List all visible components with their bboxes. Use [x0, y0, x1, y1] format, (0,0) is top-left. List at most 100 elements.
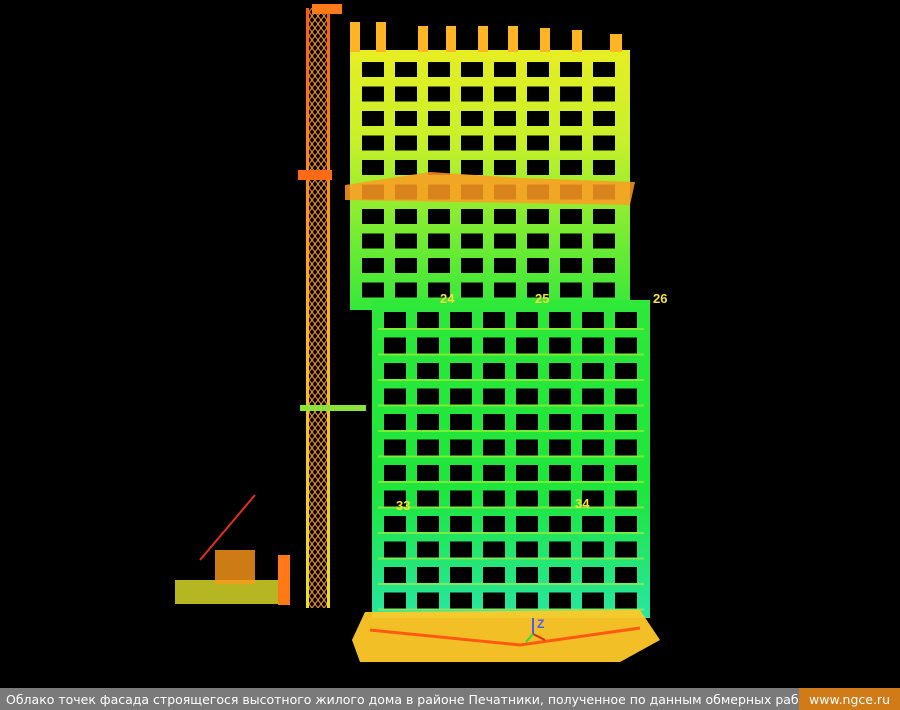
window [516, 567, 538, 583]
window [395, 86, 417, 102]
slab-edge [378, 532, 644, 534]
window [483, 465, 505, 481]
window [461, 160, 483, 175]
window [384, 312, 406, 328]
window [527, 258, 549, 273]
window [428, 86, 450, 102]
window [428, 233, 450, 249]
axis-z-label: Z [537, 617, 544, 631]
window [461, 209, 483, 224]
window [516, 337, 538, 354]
window [395, 135, 417, 151]
window [560, 209, 582, 224]
window [428, 258, 450, 273]
window [516, 592, 538, 609]
window [615, 567, 637, 583]
window [527, 135, 549, 151]
window [527, 62, 549, 77]
window [417, 516, 439, 532]
window [417, 363, 439, 379]
window [494, 111, 516, 126]
window [362, 86, 384, 102]
window [483, 312, 505, 328]
window [483, 567, 505, 583]
window [615, 337, 637, 354]
window [549, 337, 571, 354]
window [549, 490, 571, 507]
window [549, 363, 571, 379]
window [450, 312, 472, 328]
window [549, 516, 571, 532]
window [549, 567, 571, 583]
window [494, 135, 516, 151]
slab-edge [378, 583, 644, 585]
window [395, 62, 417, 77]
label-25: 25 [535, 291, 549, 306]
window [582, 312, 604, 328]
window [582, 592, 604, 609]
label-26: 26 [653, 291, 667, 306]
window [483, 592, 505, 609]
window [483, 439, 505, 456]
window [450, 388, 472, 405]
window [582, 363, 604, 379]
window [516, 516, 538, 532]
building-upper [345, 22, 635, 310]
window [615, 388, 637, 405]
window [593, 282, 615, 298]
window [494, 160, 516, 175]
caption-text: Облако точек фасада строящегося высотног… [6, 691, 800, 707]
window [593, 135, 615, 151]
roof-parapet [350, 22, 622, 52]
window [395, 111, 417, 126]
window [527, 111, 549, 126]
window [450, 541, 472, 558]
slab-edge [378, 430, 644, 432]
window [384, 363, 406, 379]
window [615, 312, 637, 328]
label-34: 34 [575, 496, 590, 511]
window [450, 465, 472, 481]
window [483, 490, 505, 507]
window [384, 465, 406, 481]
window [516, 490, 538, 507]
window [549, 465, 571, 481]
window [362, 233, 384, 249]
window [362, 282, 384, 298]
window [384, 439, 406, 456]
window [582, 337, 604, 354]
site-link[interactable]: www.ngce.ru [799, 688, 900, 710]
window [615, 465, 637, 481]
window [395, 258, 417, 273]
window [461, 282, 483, 298]
window [549, 414, 571, 430]
slab-edge [378, 353, 644, 356]
window [527, 209, 549, 224]
window [417, 567, 439, 583]
window [560, 86, 582, 102]
window [615, 439, 637, 456]
point-cloud-scene: 24 25 26 33 34 Z [175, 4, 667, 662]
window [593, 62, 615, 77]
window [516, 439, 538, 456]
window [450, 567, 472, 583]
window [527, 86, 549, 102]
label-33: 33 [396, 498, 410, 513]
window [417, 414, 439, 430]
window [483, 388, 505, 405]
window [549, 312, 571, 328]
label-24: 24 [440, 291, 455, 306]
window [395, 209, 417, 224]
window [560, 258, 582, 273]
window [362, 160, 384, 175]
window [494, 62, 516, 77]
window [362, 258, 384, 273]
window [417, 490, 439, 507]
window [549, 541, 571, 558]
window [494, 209, 516, 224]
window [483, 541, 505, 558]
window [615, 516, 637, 532]
slab-edge [378, 506, 644, 509]
window [428, 62, 450, 77]
slab-edge [378, 481, 644, 483]
